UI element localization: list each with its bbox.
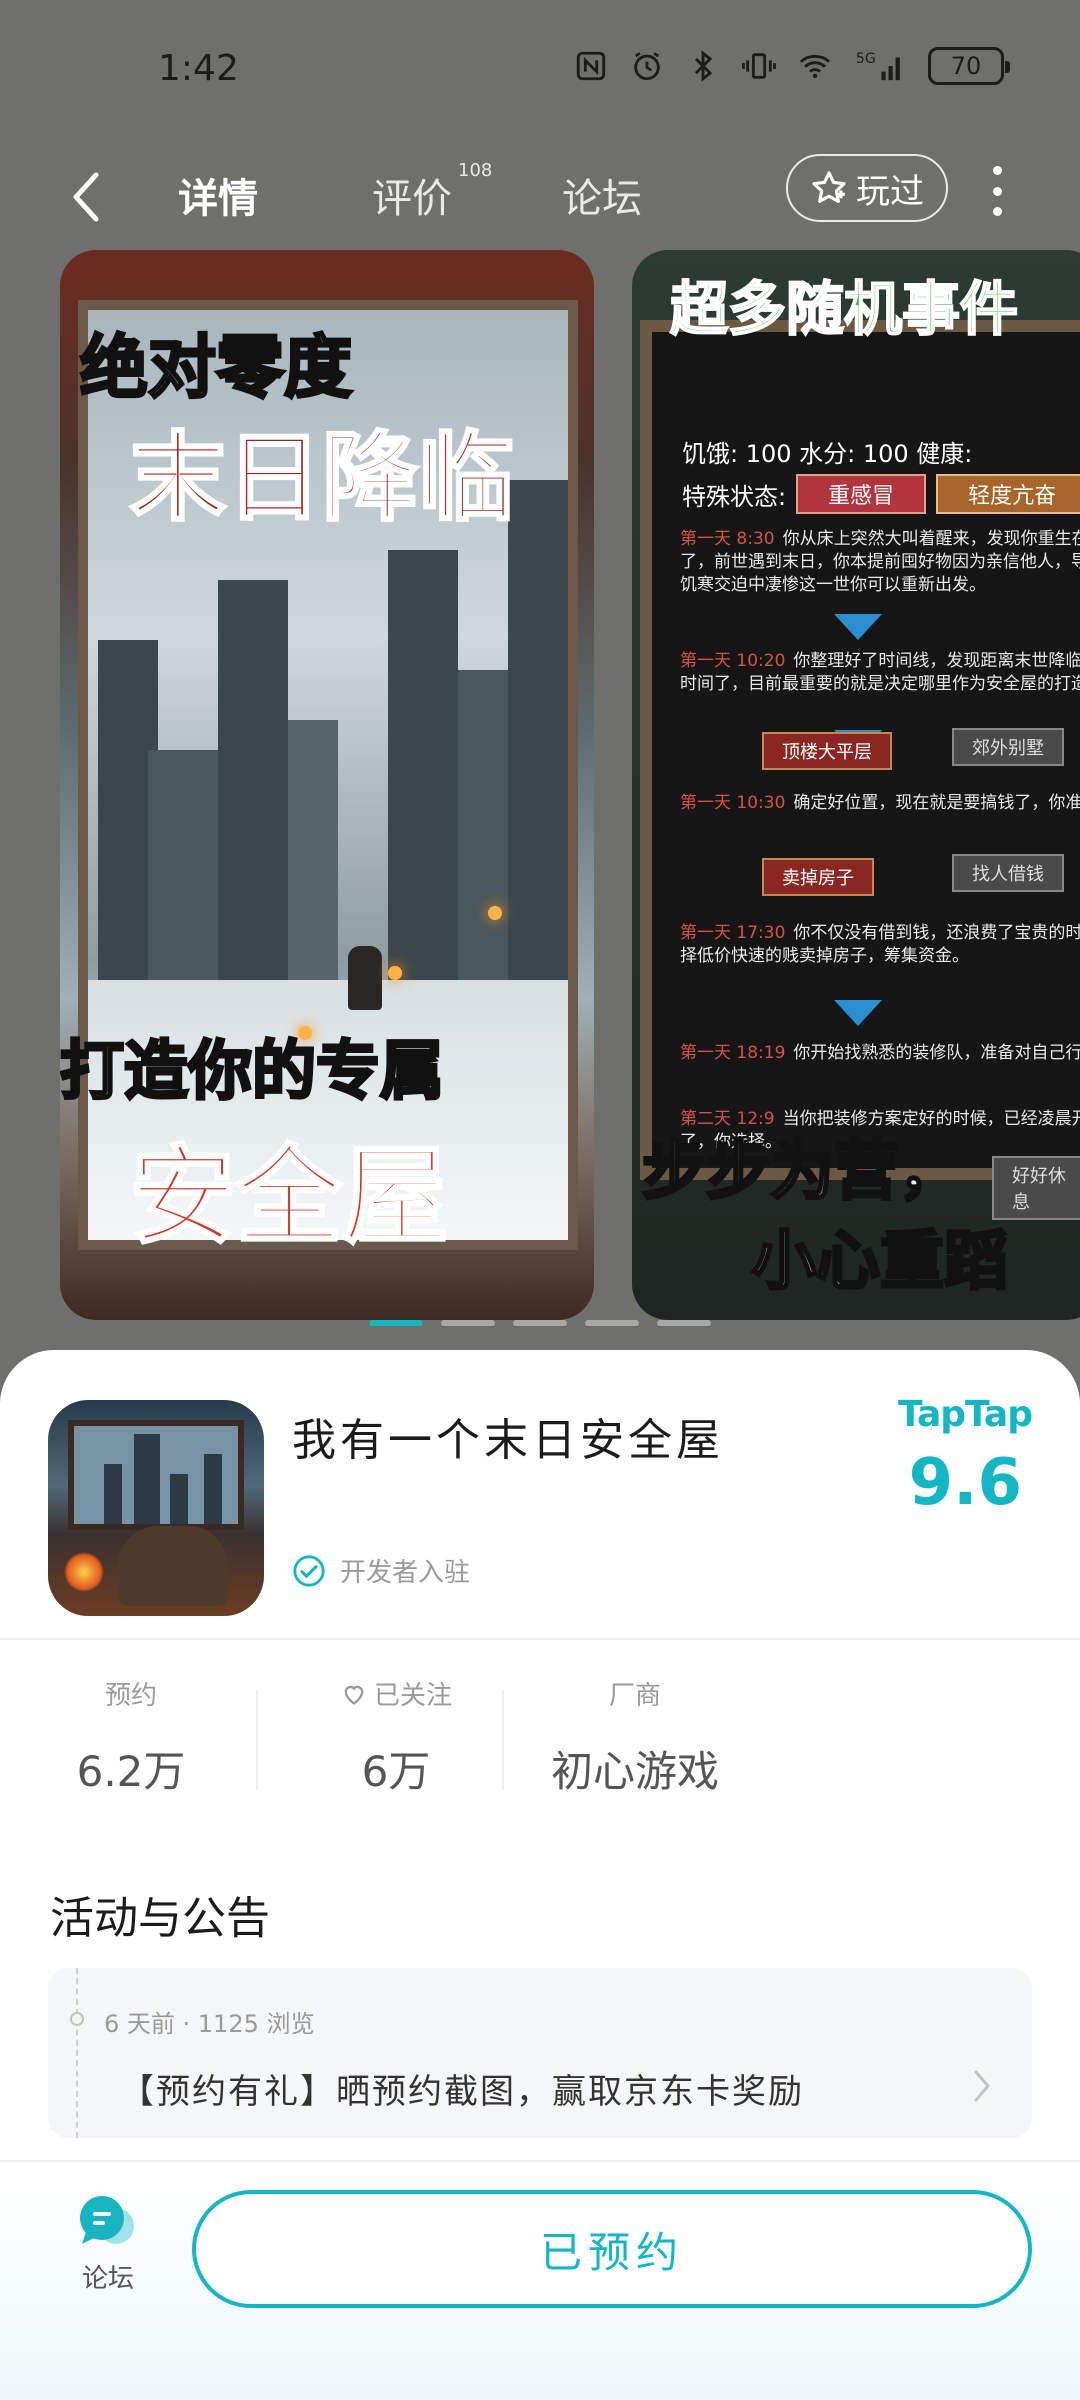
played-label: 玩过 [856, 171, 924, 212]
alarm-icon [630, 46, 664, 86]
promo-text-bottom2: 小心重蹈 [751, 1223, 1010, 1301]
announcement-item[interactable]: 6 天前 · 1125 浏览 【预约有礼】晒预约截图，赢取京东卡奖励 [48, 1968, 1032, 2138]
event-item: 第一天 18:19你开始找熟悉的装修队，准备对自己行改造。 [680, 1043, 1080, 1063]
game-icon [48, 1400, 264, 1616]
bluetooth-icon [686, 46, 720, 86]
taptap-logo: TapTap [898, 1394, 1033, 1435]
carousel-dot [585, 1320, 639, 1326]
played-button[interactable]: 玩过 [786, 154, 948, 222]
arrow-down-icon [834, 1000, 882, 1026]
event-item: 第一天 17:30你不仅没有借到钱，还浪费了宝贵的时只能选择低价快速的贱卖掉房子… [680, 923, 1080, 966]
screenshot-1[interactable]: 绝对零度 末日降临 打造你的专属 安全屋 [60, 250, 594, 1320]
game-stats-line: 饥饿: 100 水分: 100 健康: [682, 440, 973, 468]
chat-bubble-icon [76, 2192, 140, 2252]
review-count-badge: 108 [458, 160, 493, 181]
forum-entry-label: 论坛 [81, 2264, 134, 2294]
carousel-dot [369, 1320, 423, 1326]
tab-review[interactable]: 评价 108 [372, 160, 492, 224]
special-status-line: 特殊状态: 重感冒 轻度亢奋 [682, 474, 1080, 514]
carousel-dot [657, 1320, 711, 1326]
choice-option: 找人借钱 [952, 854, 1064, 892]
tab-forum[interactable]: 论坛 [562, 166, 642, 224]
section-title: 活动与公告 [50, 1893, 270, 1944]
promo-text-bottom1: 步步为营， [641, 1133, 964, 1211]
event-item: 第一天 10:30确定好位置，现在就是要搞钱了，你准搞钱。 [680, 793, 1080, 813]
carousel-dot [513, 1320, 567, 1326]
cellular-icon: 5G [854, 46, 906, 86]
battery-level: 70 [950, 52, 982, 80]
forum-entry-button[interactable]: 论坛 [68, 2192, 148, 2295]
divider [502, 1690, 504, 1790]
more-options-icon[interactable] [984, 166, 1010, 216]
event-item: 第一天 8:30你从床上突然大叫着醒来，发现你重生在以前了，前世遇到末日，你本提… [680, 529, 1080, 595]
check-circle-icon [293, 1554, 325, 1587]
back-button[interactable] [56, 162, 116, 232]
stat-reservations: 预约 6.2万 [56, 1675, 206, 1799]
reserved-button-label: 已预约 [539, 2227, 684, 2277]
promo-text-line1: 绝对零度 [78, 327, 353, 410]
promo-text-line2: 末日降临 [129, 420, 516, 536]
vibrate-icon [742, 46, 776, 86]
svg-text:5G: 5G [856, 51, 876, 67]
rating-score: 9.6 [908, 1446, 1022, 1520]
stat-value: 6.2万 [76, 1747, 186, 1796]
divider [256, 1690, 258, 1790]
game-detail-sheet: 我有一个末日安全屋 开发者入驻 TapTap 9.6 预约 6.2万 已关注 6… [0, 1350, 1080, 2400]
tab-detail-label: 详情 [178, 176, 258, 222]
chevron-left-icon [73, 172, 99, 222]
chevron-right-icon [972, 2068, 992, 2113]
carousel-dot [441, 1320, 495, 1326]
timeline-rail [76, 1968, 78, 2138]
choice-option: 顶楼大平层 [762, 732, 892, 770]
screenshot-2[interactable]: 饥饿: 100 水分: 100 健康: 特殊状态: 重感冒 轻度亢奋 第一天 8… [632, 250, 1080, 1320]
stat-label: 已关注 [373, 1681, 452, 1711]
special-status-label: 特殊状态: [682, 482, 787, 511]
carousel-indicator [0, 1320, 1080, 1328]
battery-icon: 70 [928, 47, 1010, 85]
status-chip: 轻度亢奋 [936, 474, 1080, 514]
tab-detail[interactable]: 详情 [178, 166, 258, 224]
bottom-action-bar: 论坛 已预约 [0, 2160, 1080, 2400]
announcement-meta: 6 天前 · 1125 浏览 [104, 2010, 315, 2038]
tab-forum-label: 论坛 [562, 176, 642, 222]
reserved-button[interactable]: 已预约 [192, 2190, 1032, 2308]
nfc-icon [574, 46, 608, 86]
screenshot-carousel[interactable]: 绝对零度 末日降临 打造你的专属 安全屋 饥饿: 100 水分: 100 健康:… [0, 250, 1080, 1330]
tab-review-label: 评价 [372, 176, 452, 222]
status-icons: 5G 70 [574, 46, 1010, 86]
status-bar: 1:42 5G 70 [0, 0, 1080, 140]
timeline-dot [70, 2012, 84, 2026]
wifi-icon [798, 46, 832, 86]
stat-follow[interactable]: 已关注 6万 [306, 1675, 486, 1799]
developer-badge: 开发者入驻 [292, 1552, 470, 1589]
heart-icon [344, 1685, 364, 1705]
announcement-title: 【预约有礼】晒预约截图，赢取京东卡奖励 [120, 2072, 804, 2112]
event-item: 第一天 10:20你整理好了时间线，发现距离末世降临下一周时间了，目前最重要的就… [680, 651, 1080, 694]
status-time: 1:42 [158, 48, 239, 89]
top-nav: 详情 评价 108 论坛 玩过 [0, 140, 1080, 260]
stat-publisher[interactable]: 厂商 初心游戏 [530, 1675, 740, 1799]
stat-label: 预约 [104, 1681, 157, 1711]
star-icon [812, 171, 846, 203]
developer-badge-label: 开发者入驻 [340, 1558, 471, 1588]
arrow-down-icon [834, 614, 882, 640]
divider [0, 1638, 1080, 1640]
promo-text-line4: 安全屋 [129, 1132, 450, 1260]
stat-value: 6万 [361, 1747, 431, 1796]
screenshot-2-title: 超多随机事件 [669, 274, 1019, 344]
promo-text-line3: 打造你的专属 [60, 1033, 446, 1111]
status-chip: 重感冒 [796, 474, 927, 514]
choice-option: 郊外别墅 [952, 728, 1064, 766]
stat-label: 厂商 [608, 1681, 661, 1711]
game-title: 我有一个末日安全屋 [292, 1415, 724, 1466]
stat-value: 初心游戏 [550, 1747, 719, 1796]
choice-option: 卖掉房子 [762, 858, 874, 896]
screenshot-2-board: 饥饿: 100 水分: 100 健康: 特殊状态: 重感冒 轻度亢奋 第一天 8… [640, 320, 1080, 1220]
